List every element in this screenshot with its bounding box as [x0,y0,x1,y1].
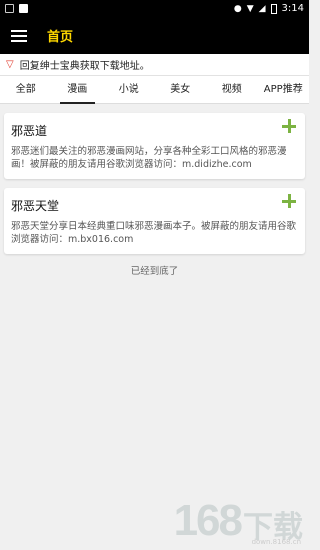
add-icon[interactable] [282,119,296,133]
app-notification-icon [19,4,28,13]
card-description: 邪恶迷们最关注的邪恶漫画网站，分享各种全彩工口风格的邪恶漫画！被屏蔽的朋友请用谷… [11,146,287,170]
clock: 3:14 [281,3,304,14]
status-bar: ● ▼ ◢ 3:14 [0,0,309,17]
wifi-icon: ▼ [246,3,254,14]
location-icon: ● [233,3,242,14]
add-icon[interactable] [282,194,296,208]
tab-novels[interactable]: 小说 [103,76,155,104]
card-title: 邪恶天堂 [11,199,60,213]
tab-app-recommend[interactable]: APP推荐 [258,76,310,104]
tab-video[interactable]: 视频 [206,76,258,104]
card-list: 邪恶道 邪恶迷们最关注的邪恶漫画网站，分享各种全彩工口风格的邪恶漫画！被屏蔽的朋… [0,104,309,277]
notice-bar[interactable]: ▽ 回复绅士宝典获取下载地址。 [0,54,309,76]
watermark-url: down.8168.cn [251,538,301,546]
page-title: 首页 [47,30,74,45]
hamburger-menu-icon[interactable] [11,29,27,42]
app-toolbar: 首页 [0,17,309,54]
card-description: 邪恶天堂分享日本经典重口味邪恶漫画本子。被屏蔽的朋友请用谷歌浏览器访问：m.bx… [11,221,297,245]
signal-icon: ◢ [258,3,266,14]
tab-beauty[interactable]: 美女 [155,76,207,104]
watermark-logo: 168 下载 down.8168.cn [174,496,303,546]
category-tabs: 全部 漫画 小说 美女 视频 APP推荐 [0,76,309,104]
speaker-icon: ▽ [6,59,14,70]
watermark-digits: 168 [173,496,243,545]
battery-icon [270,3,277,14]
image-notification-icon [5,4,14,13]
end-of-list-text: 已经到底了 [130,266,179,277]
notice-text: 回复绅士宝典获取下载地址。 [19,61,150,72]
tab-comics[interactable]: 漫画 [52,76,104,104]
list-item[interactable]: 邪恶道 邪恶迷们最关注的邪恶漫画网站，分享各种全彩工口风格的邪恶漫画！被屏蔽的朋… [4,113,305,179]
card-title: 邪恶道 [11,124,48,138]
tab-all[interactable]: 全部 [0,76,52,104]
list-item[interactable]: 邪恶天堂 邪恶天堂分享日本经典重口味邪恶漫画本子。被屏蔽的朋友请用谷歌浏览器访问… [4,188,305,254]
